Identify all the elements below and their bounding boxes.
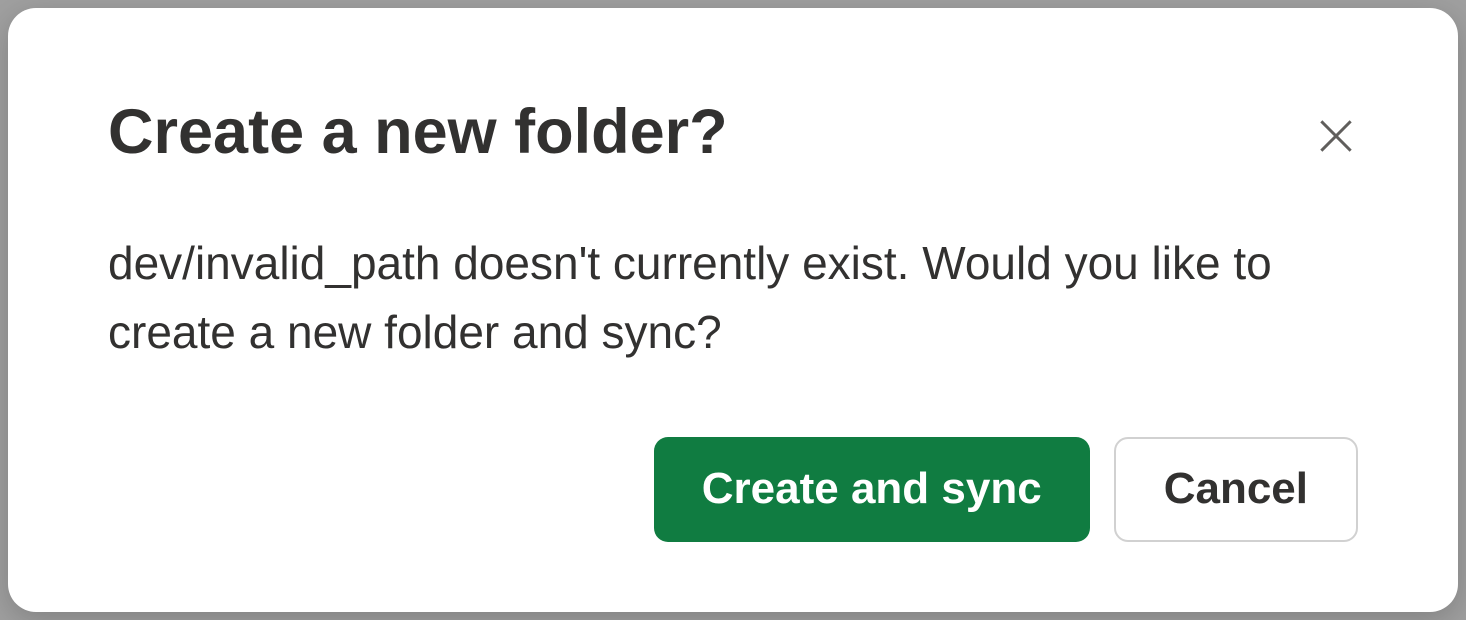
dialog-header: Create a new folder? xyxy=(108,98,1358,169)
close-button[interactable] xyxy=(1306,106,1366,169)
close-icon xyxy=(1314,114,1358,161)
confirmation-dialog: Create a new folder? dev/invalid_path do… xyxy=(8,8,1458,612)
create-and-sync-button[interactable]: Create and sync xyxy=(654,437,1090,542)
dialog-body: dev/invalid_path doesn't currently exist… xyxy=(108,229,1358,397)
cancel-button[interactable]: Cancel xyxy=(1114,437,1358,542)
dialog-footer: Create and sync Cancel xyxy=(108,437,1358,542)
dialog-title: Create a new folder? xyxy=(108,98,728,167)
